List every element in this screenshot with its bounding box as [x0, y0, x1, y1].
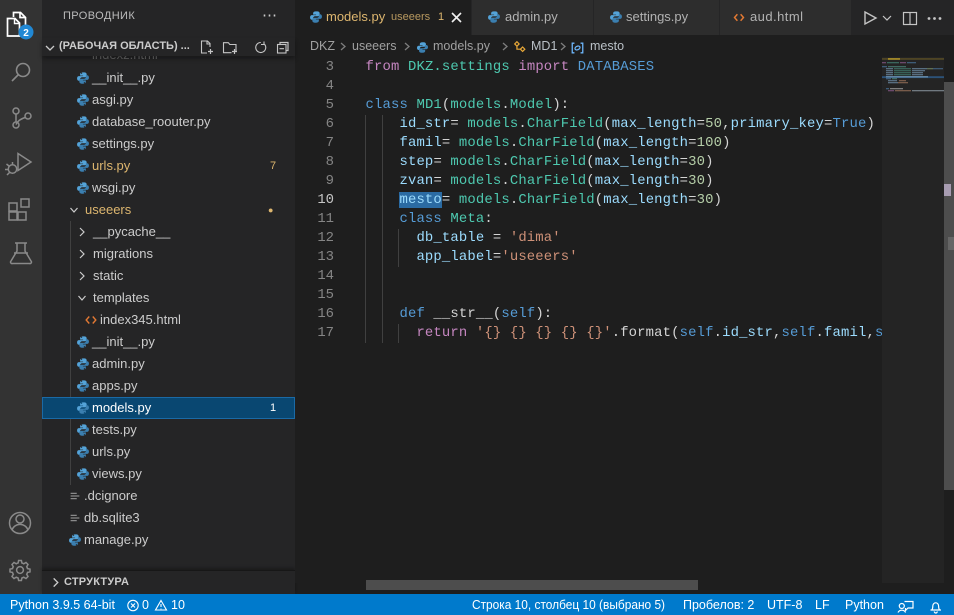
svg-text:2: 2	[23, 28, 29, 39]
